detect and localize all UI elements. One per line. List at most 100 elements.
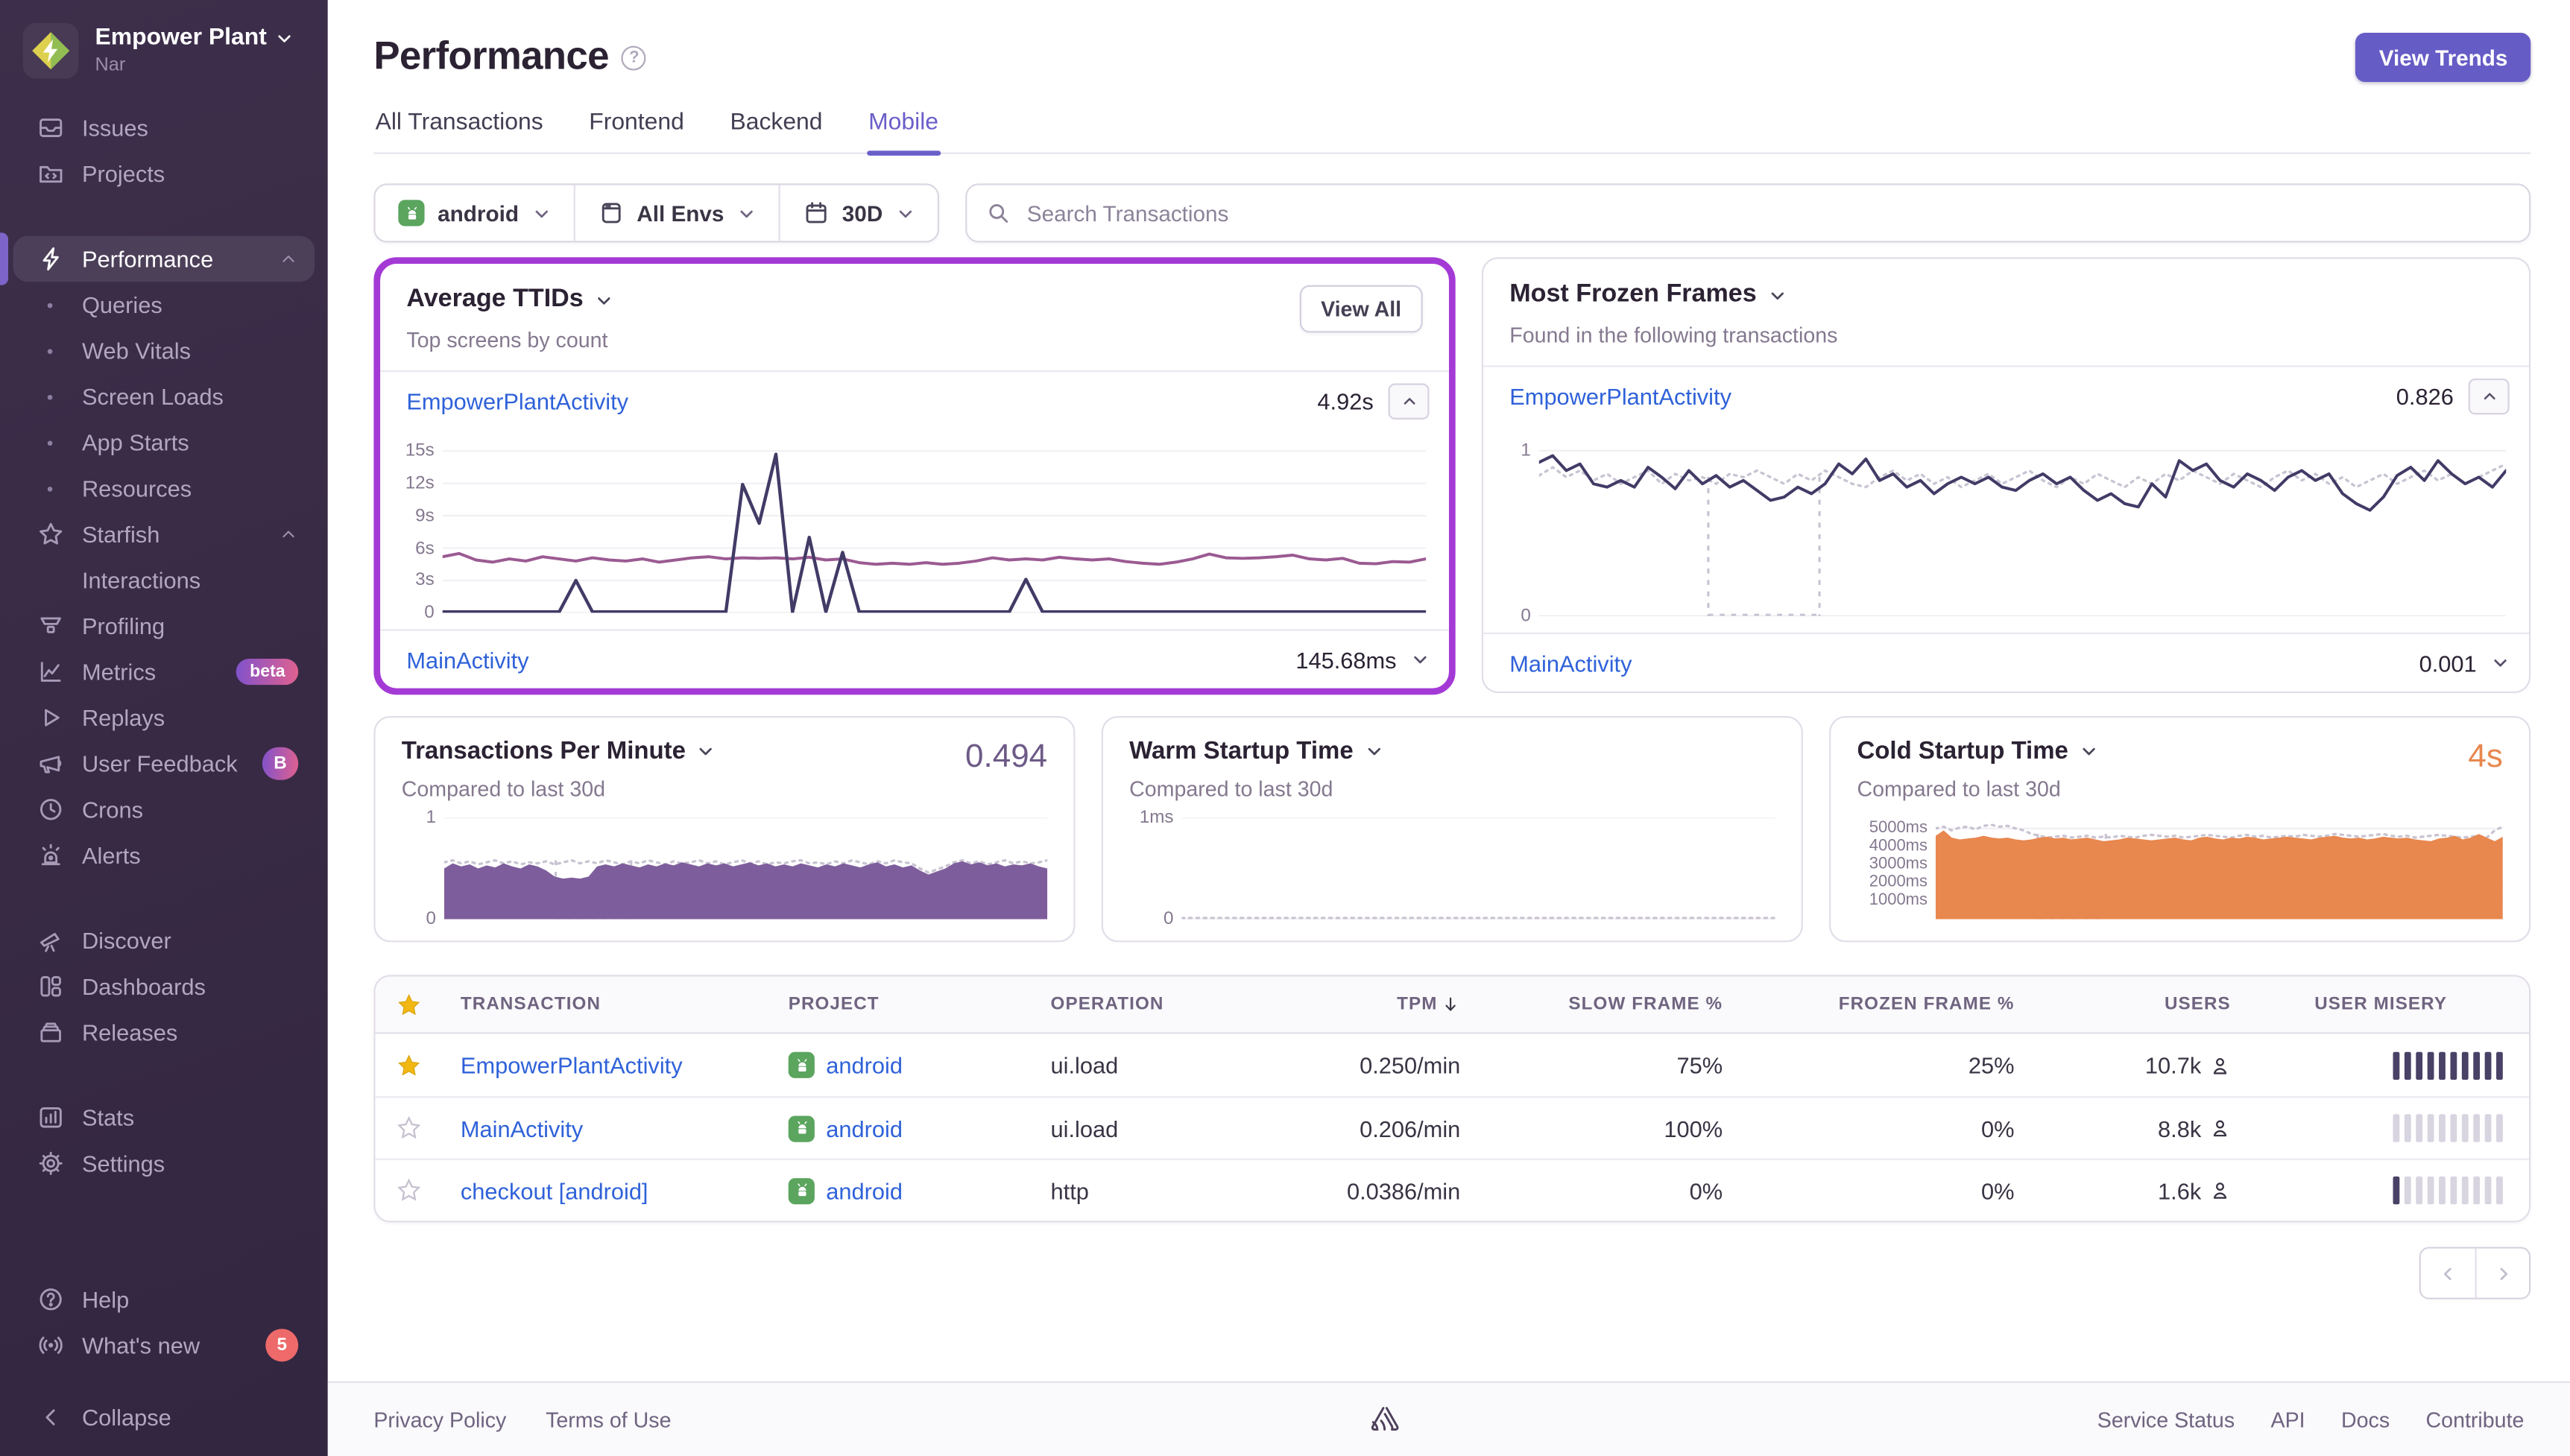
sidebar-item-help[interactable]: Help [13,1276,315,1323]
y-axis-tick: 9s [415,506,435,525]
sidebar-item-app-starts[interactable]: App Starts [13,420,315,466]
collapse-row-button[interactable] [2469,378,2510,414]
avg-ttids-title[interactable]: Average TTIDs [406,285,583,315]
sidebar-item-label: Alerts [82,842,141,868]
chart-plot [443,443,1426,613]
sidebar-item-web-vitals[interactable]: Web Vitals [13,328,315,374]
footer-link-service-status[interactable]: Service Status [2097,1408,2235,1432]
column-header-project[interactable]: PROJECT [768,995,1031,1014]
transaction-link[interactable]: MainActivity [461,1115,583,1141]
sidebar-item-profiling[interactable]: Profiling [13,603,315,649]
date-range-filter[interactable]: 30D [778,185,937,241]
project-link[interactable]: android [826,1052,903,1078]
transaction-link[interactable]: MainActivity [1509,650,1632,676]
project-link[interactable]: android [826,1177,903,1203]
sidebar-item-discover[interactable]: Discover [13,917,315,963]
column-header-user-misery[interactable]: USER MISERY [2260,995,2529,1014]
project-link[interactable]: android [826,1115,903,1141]
chevron-up-icon [279,525,298,544]
next-page-button[interactable] [2475,1249,2529,1298]
org-name: Empower Plant [95,25,267,51]
sidebar-item-releases[interactable]: Releases [13,1010,315,1056]
cold-startup-title[interactable]: Cold Startup Time [1857,738,2068,765]
table-header: TRANSACTIONPROJECTOPERATIONTPMSLOW FRAME… [376,977,2529,1034]
transaction-link[interactable]: EmpowerPlantActivity [1509,382,1731,408]
column-header-tpm[interactable]: TPM [1310,995,1490,1014]
sidebar-item-alerts[interactable]: Alerts [13,832,315,879]
search-input[interactable] [1023,199,2509,227]
warm-startup-title[interactable]: Warm Startup Time [1129,738,1354,765]
star-outline-icon[interactable] [376,1116,441,1141]
sidebar-item-starfish[interactable]: Starfish [13,511,315,557]
view-trends-button[interactable]: View Trends [2356,33,2530,82]
transaction-link[interactable]: EmpowerPlantActivity [461,1052,683,1078]
footer-link-docs[interactable]: Docs [2341,1408,2390,1432]
bullet-icon [48,440,53,445]
project-filter[interactable]: android [376,185,573,241]
user-icon [2209,1180,2231,1201]
y-axis-tick: 3000ms [1869,855,1928,873]
org-switcher[interactable]: Empower Plant Nar [0,0,328,79]
empower-plant-gem-icon [30,30,72,72]
sidebar-item-crons[interactable]: Crons [13,787,315,833]
sidebar-item-resources[interactable]: Resources [13,466,315,512]
expand-row-button[interactable] [1411,651,1429,668]
sidebar-item-label: Web Vitals [82,338,191,364]
tab-backend[interactable]: Backend [728,110,824,152]
ttid-value: 4.92s [1317,387,1373,414]
sidebar-item-replays[interactable]: Replays [13,694,315,741]
star-column-header[interactable] [376,992,441,1016]
tab-mobile[interactable]: Mobile [867,110,940,152]
transaction-link[interactable]: EmpowerPlantActivity [406,387,628,414]
chevron-down-icon [896,204,914,222]
warm-startup-chart: 1ms0 [1129,801,1775,919]
column-header-users[interactable]: USERS [2044,995,2260,1014]
sidebar-item-user-feedback[interactable]: User FeedbackB [13,741,315,787]
sidebar-item-dashboards[interactable]: Dashboards [13,963,315,1010]
sidebar-item-label: Starfish [82,521,160,547]
footer-link-contribute[interactable]: Contribute [2426,1408,2525,1432]
footer-link-privacy-policy[interactable]: Privacy Policy [373,1408,506,1432]
frozen-frame-cell: 0% [1752,1115,2044,1141]
sidebar-item-interactions[interactable]: Interactions [13,557,315,604]
previous-page-button[interactable] [2421,1249,2475,1298]
view-all-button[interactable]: View All [1299,285,1422,333]
sidebar-item-queries[interactable]: Queries [13,282,315,328]
tpm-chart: 10 [402,801,1047,919]
column-header-frozen-frame[interactable]: FROZEN FRAME % [1752,995,2044,1014]
column-header-transaction[interactable]: TRANSACTION [441,995,769,1014]
tab-all-transactions[interactable]: All Transactions [373,110,544,152]
android-project-icon [789,1052,815,1078]
page-help-icon[interactable]: ? [622,45,646,69]
tpm-title[interactable]: Transactions Per Minute [402,738,686,765]
expand-row-button[interactable] [2491,653,2509,671]
sidebar-item-whats-new[interactable]: What's new5 [13,1323,315,1369]
cold-startup-chart: 5000ms4000ms3000ms2000ms1000ms [1857,801,2502,919]
footer-link-terms-of-use[interactable]: Terms of Use [546,1408,671,1432]
slow-frame-cell: 100% [1490,1115,1752,1141]
y-axis-tick: 15s [405,441,435,460]
sidebar-item-screen-loads[interactable]: Screen Loads [13,373,315,420]
sidebar-item-projects[interactable]: Projects [13,151,315,197]
sidebar-item-settings[interactable]: Settings [13,1140,315,1186]
star-outline-icon[interactable] [376,1178,441,1203]
column-header-operation[interactable]: OPERATION [1031,995,1310,1014]
footer-link-api[interactable]: API [2271,1408,2305,1432]
environment-filter[interactable]: All Envs [573,185,778,241]
sidebar-item-stats[interactable]: Stats [13,1095,315,1141]
transaction-link[interactable]: checkout [android] [461,1177,648,1203]
sidebar-item-issues[interactable]: Issues [13,105,315,151]
transaction-link[interactable]: MainActivity [406,646,528,672]
frozen-frames-title[interactable]: Most Frozen Frames [1509,280,1756,310]
sidebar-item-collapse[interactable]: Collapse [13,1394,315,1440]
tab-frontend[interactable]: Frontend [587,110,686,152]
collapse-row-button[interactable] [1389,382,1430,418]
column-header-slow-frame[interactable]: SLOW FRAME % [1490,995,1752,1014]
star-filled-icon[interactable] [376,1053,441,1077]
sidebar-item-metrics[interactable]: Metricsbeta [13,649,315,695]
sidebar-item-label: Profiling [82,613,165,639]
frozen-value: 0.001 [2419,650,2477,676]
sidebar-item-performance[interactable]: Performance [13,236,315,282]
user-icon [2209,1118,2231,1139]
ttids-row-empowerplantactivity: EmpowerPlantActivity 4.92s [380,370,1449,429]
